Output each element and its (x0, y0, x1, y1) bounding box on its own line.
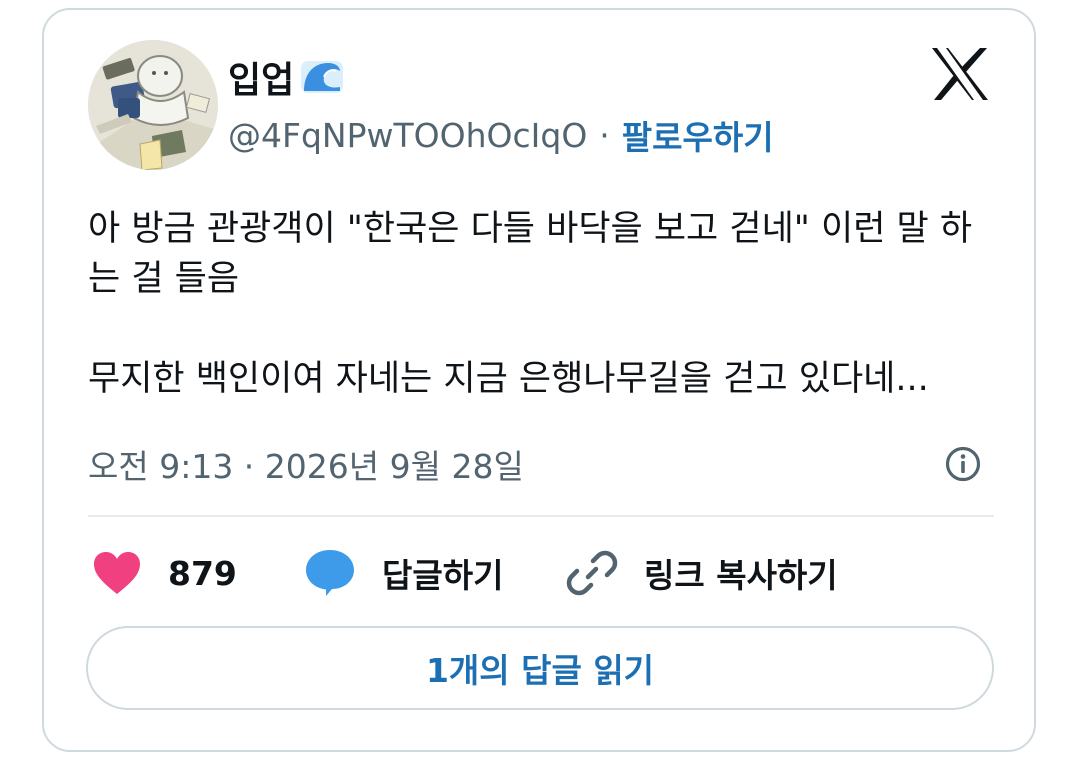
author-handle[interactable]: @4FqNPwTOOhOcIqO (228, 116, 587, 155)
heart-icon (94, 552, 140, 594)
tweet-text: 아 방금 관광객이 "한국은 다들 바닥을 보고 걷네" 이런 말 하 는 걸 … (88, 204, 1008, 404)
handle-row: @4FqNPwTOOhOcIqO · 팔로우하기 (228, 110, 774, 160)
copy-link-label: 링크 복사하기 (644, 556, 838, 595)
like-count: 879 (168, 553, 237, 593)
wave-icon (301, 61, 344, 93)
author-row: 입업 (228, 52, 344, 102)
reply-label: 답글하기 (382, 556, 504, 595)
info-icon[interactable] (944, 445, 982, 483)
follow-button[interactable]: 팔로우하기 (622, 111, 774, 159)
read-replies-button[interactable]: 1개의 답글 읽기 (86, 626, 994, 710)
avatar[interactable] (88, 40, 218, 170)
divider (88, 515, 994, 517)
separator-dot: · (599, 115, 610, 155)
tweet-line: 무지한 백인이여 자네는 지금 은행나무길을 걷고 있다네... (88, 359, 929, 399)
reply-button[interactable]: 답글하기 (304, 545, 503, 601)
tweet-line: 는 걸 들음 (88, 259, 240, 299)
copy-link-button[interactable]: 링크 복사하기 (566, 545, 838, 601)
author-name[interactable]: 입업 (228, 51, 294, 103)
timestamp[interactable]: 오전 9:13 · 2026년 9월 28일 (88, 440, 524, 488)
like-button[interactable]: 879 (92, 545, 237, 601)
reply-bubble-icon (306, 550, 354, 596)
link-icon (566, 550, 618, 596)
x-logo-icon[interactable] (930, 46, 990, 102)
tweet-line: 아 방금 관광객이 "한국은 다들 바닥을 보고 걷네" 이런 말 하 (88, 209, 973, 249)
